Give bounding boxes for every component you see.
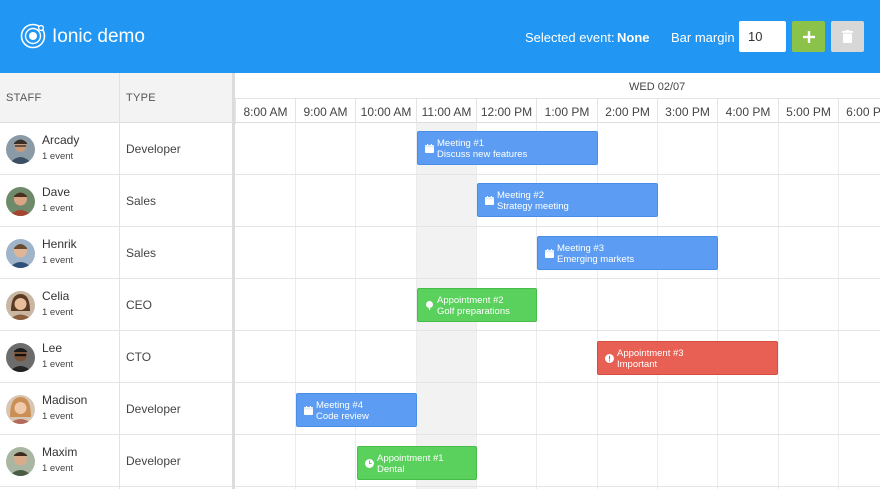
event-title: Meeting #3 [557,243,605,254]
hour-label: 11:00 AM [416,99,476,124]
calendar-icon [425,144,434,153]
avatar [6,239,35,268]
event-appointment-2[interactable]: Appointment #2 Golf preparations [417,288,537,322]
event-subtitle: Important [617,359,658,370]
event-meeting-2[interactable]: Meeting #2 Strategy meeting [477,183,658,217]
golf-icon [426,301,433,310]
avatar [6,135,35,164]
staff-column-header: STAFF [6,92,42,104]
staff-event-count: 1 event [42,151,74,162]
selected-event-label: Selected event: [525,30,615,45]
avatar [6,343,35,372]
calendar-icon [545,249,554,258]
event-title: Meeting #2 [497,190,545,201]
trash-icon [842,30,853,43]
staff-row[interactable]: Henrik 1 event Sales [0,227,880,279]
avatar [6,187,35,216]
hour-label: 6:00 PM [838,99,880,124]
app-title: Ionic demo [52,26,145,47]
hour-label: 8:00 AM [235,99,295,124]
event-subtitle: Code review [316,411,369,422]
calendar-icon [304,406,313,415]
staff-event-count: 1 event [42,255,74,266]
event-subtitle: Golf preparations [437,306,510,317]
app-header: Ionic demo Selected event: None Bar marg… [0,0,880,73]
exclamation-icon [605,354,614,363]
avatar [6,291,35,320]
staff-name: Maxim [42,445,78,459]
event-subtitle: Discuss new features [437,149,528,160]
staff-type: Sales [126,194,157,208]
staff-event-count: 1 event [42,463,74,474]
hour-label: 1:00 PM [536,99,597,124]
staff-name: Arcady [42,133,80,147]
calendar-icon [485,196,494,205]
event-subtitle: Emerging markets [557,254,635,265]
hour-label: 2:00 PM [597,99,657,124]
event-subtitle: Dental [377,464,405,475]
bar-margin-input[interactable] [739,21,786,52]
hour-label: 12:00 PM [476,99,536,124]
event-title: Appointment #3 [617,348,684,359]
delete-event-button[interactable] [831,21,864,52]
staff-name: Henrik [42,237,77,251]
plus-icon [802,30,815,43]
bar-margin-label: Bar margin [671,30,735,45]
staff-type: Developer [126,402,181,416]
event-title: Appointment #1 [377,453,444,464]
event-meeting-3[interactable]: Meeting #3 Emerging markets [537,236,718,270]
hour-label: 5:00 PM [778,99,838,124]
event-title: Meeting #4 [316,400,364,411]
staff-type: Developer [126,142,181,156]
avatar [6,447,35,476]
event-meeting-4[interactable]: Meeting #4 Code review [296,393,417,427]
column-divider [119,73,120,489]
hour-header-row: 8:00 AM 9:00 AM 10:00 AM 11:00 AM 12:00 … [235,98,880,124]
staff-row[interactable]: Dave 1 event Sales [0,175,880,227]
date-header: WED 02/07 [629,81,686,93]
staff-event-count: 1 event [42,359,74,370]
event-title: Appointment #2 [437,295,504,306]
staff-row[interactable]: Madison 1 event Developer [0,383,880,435]
staff-name: Lee [42,341,63,355]
staff-event-count: 1 event [42,203,74,214]
resource-panel-border [232,73,235,489]
timeline-grid: STAFF TYPE WED 02/07 8:00 AM 9:00 AM 10:… [0,73,880,489]
hour-label: 3:00 PM [657,99,717,124]
selected-event-value: None [617,30,650,45]
type-column-header: TYPE [126,92,156,104]
hour-label: 9:00 AM [295,99,355,124]
clock-icon [365,459,374,468]
resource-header: STAFF TYPE [0,73,233,123]
ionic-logo-icon [20,23,46,49]
staff-event-count: 1 event [42,411,74,422]
staff-event-count: 1 event [42,307,74,318]
add-event-button[interactable] [792,21,825,52]
event-title: Meeting #1 [437,138,485,149]
hour-label: 4:00 PM [717,99,778,124]
staff-type: CEO [126,298,153,312]
staff-name: Dave [42,185,71,199]
event-subtitle: Strategy meeting [497,201,569,212]
event-appointment-1[interactable]: Appointment #1 Dental [357,446,477,480]
staff-name: Celia [42,289,70,303]
event-meeting-1[interactable]: Meeting #1 Discuss new features [417,131,598,165]
avatar [6,395,35,424]
staff-name: Madison [42,393,88,407]
staff-type: Sales [126,246,157,260]
staff-type: Developer [126,454,181,468]
hour-label: 10:00 AM [355,99,416,124]
staff-type: CTO [126,350,152,364]
event-appointment-3[interactable]: Appointment #3 Important [597,341,778,375]
